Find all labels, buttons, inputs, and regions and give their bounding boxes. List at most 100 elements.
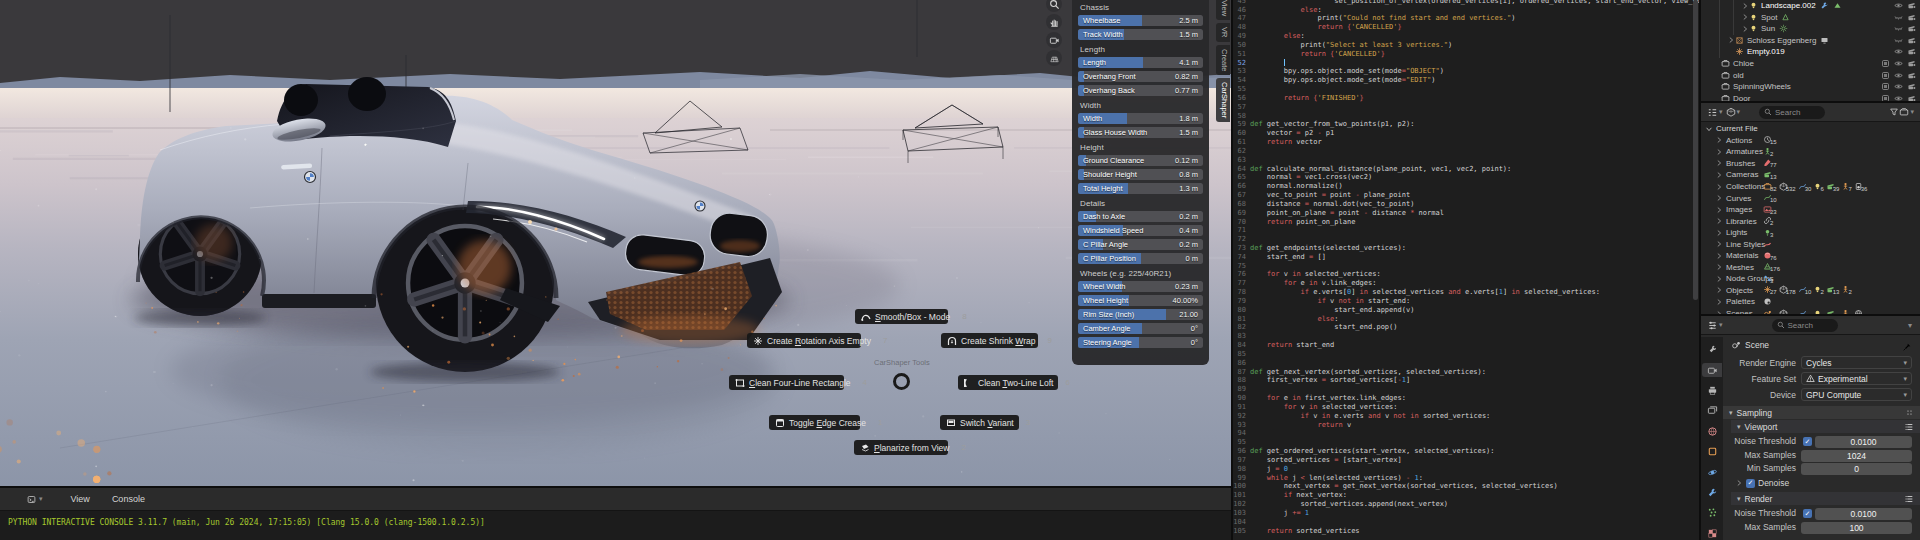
outliner-blend-file[interactable]: ▾▾Search▾Current FileActions15Armatures2…	[1701, 103, 1920, 314]
slider-wheel-width[interactable]: Wheel Width0.23 m	[1078, 281, 1203, 292]
outliner-row-old[interactable]: old	[1701, 69, 1920, 81]
pie-menu-center[interactable]	[893, 373, 910, 390]
eyeclosed-icon[interactable]	[1894, 24, 1903, 33]
expand-chevron-icon[interactable]	[1741, 2, 1749, 10]
display-mode-icon[interactable]	[1726, 107, 1736, 117]
slider-length[interactable]: Length4.1 m	[1078, 57, 1203, 68]
pie-button-create-rotation-axis-empty[interactable]: Create Rotation Axis Empty7	[747, 333, 861, 348]
eyeclosed-icon[interactable]	[1894, 36, 1903, 45]
pie-button-toggle-edge-crease[interactable]: Toggle Edge Crease1	[769, 415, 860, 430]
outliner-row-armatures[interactable]: Armatures2	[1701, 146, 1920, 158]
outliner-row-curves[interactable]: Curves10	[1701, 192, 1920, 204]
outliner-row-cameras[interactable]: Cameras13	[1701, 169, 1920, 181]
exclude-icon[interactable]	[1881, 94, 1890, 101]
tab-vr[interactable]: VR	[1216, 23, 1230, 41]
tab-view[interactable]: View	[1216, 0, 1230, 20]
grid-gizmo-icon[interactable]	[1046, 50, 1062, 66]
outliner-row-spinningwheels[interactable]: SpinningWheels	[1701, 81, 1920, 93]
eye-icon[interactable]	[1894, 82, 1903, 91]
outliner-row-current-file[interactable]: Current File	[1701, 123, 1920, 135]
pie-button-clean-two-line-loft[interactable]: Clean Two-Line Loft6	[958, 375, 1058, 390]
outliner-row-door[interactable]: Door	[1701, 92, 1920, 101]
device-dropdown[interactable]: GPU Compute▾	[1801, 388, 1912, 401]
exclude-icon[interactable]	[1881, 59, 1890, 68]
viewport-min-samples-field[interactable]: 0	[1801, 463, 1912, 475]
outliner-row-brushes[interactable]: Brushes77	[1701, 158, 1920, 170]
editor-scrollbar[interactable]	[1693, 0, 1698, 300]
menu-view[interactable]: View	[71, 494, 90, 504]
denoise-checkbox[interactable]: ✓	[1746, 479, 1755, 488]
expand-chevron-icon[interactable]	[1715, 217, 1723, 225]
eye-icon[interactable]	[1894, 71, 1903, 80]
render-max-samples-field[interactable]: 100	[1801, 522, 1912, 534]
console-editor-icon[interactable]	[24, 494, 38, 504]
feature-set-dropdown[interactable]: Experimental▾	[1801, 372, 1912, 385]
collection-filter-icon[interactable]	[1899, 107, 1909, 117]
expand-chevron-icon[interactable]	[1715, 148, 1723, 156]
expand-chevron-icon[interactable]	[1715, 298, 1723, 306]
python-console[interactable]: ▾ View Console PYTHON INTERACTIVE CONSOL…	[0, 488, 1231, 540]
expand-chevron-icon[interactable]	[1715, 206, 1723, 214]
outliner-row-landscape-002[interactable]: Landscape.002	[1701, 0, 1920, 12]
camera-icon[interactable]	[1907, 13, 1916, 22]
outliner-row-meshes[interactable]: Meshes176	[1701, 262, 1920, 274]
slider-steering-angle[interactable]: Steering Angle0°	[1078, 337, 1203, 348]
properties-tab-tool[interactable]	[1704, 343, 1720, 356]
camera-icon[interactable]	[1907, 1, 1916, 10]
pin-icon[interactable]	[1902, 342, 1912, 352]
exclude-icon[interactable]	[1881, 71, 1890, 80]
expand-chevron-icon[interactable]	[1715, 136, 1723, 144]
slider-glass-house-width[interactable]: Glass House Width1.5 m	[1078, 127, 1203, 138]
pie-button-switch-variant[interactable]: Switch Variant3	[940, 415, 1019, 430]
eye-icon[interactable]	[1894, 1, 1903, 10]
slider-width[interactable]: Width1.8 m	[1078, 113, 1203, 124]
viewport-noise-threshold-field[interactable]: 0.0100	[1815, 436, 1912, 448]
properties-tab-photos[interactable]	[1704, 404, 1720, 417]
camera-icon[interactable]	[1907, 94, 1916, 101]
text-editor[interactable]: 45 set_position_of_vertex(ordered_vertic…	[1233, 0, 1699, 540]
outliner-row-images[interactable]: Images23	[1701, 204, 1920, 216]
outliner-row-palettes[interactable]: Palettes	[1701, 296, 1920, 308]
viewport-sampling-section-header[interactable]: ▾Viewport	[1731, 420, 1920, 433]
expand-chevron-icon[interactable]	[1715, 263, 1723, 271]
zoom-gizmo-icon[interactable]	[1046, 0, 1062, 12]
slider-windshield-speed[interactable]: Windshield Speed0.4 m	[1078, 225, 1203, 236]
expand-chevron-icon[interactable]	[1715, 286, 1723, 294]
outliner-editor-type-icon[interactable]	[1707, 107, 1718, 118]
slider-total-height[interactable]: Total Height1.3 m	[1078, 183, 1203, 194]
pie-button-planarize-from-view[interactable]: Planarize from View2	[854, 440, 948, 455]
slider-c-pillar-angle[interactable]: C Pillar Angle0.2 m	[1078, 239, 1203, 250]
camera-icon[interactable]	[1907, 59, 1916, 68]
outliner-row-empty-019[interactable]: Empty.019	[1701, 46, 1920, 58]
pie-button-create-shrink-wrap[interactable]: Create Shrink Wrap9	[941, 333, 1038, 348]
expand-chevron-icon[interactable]	[1715, 252, 1723, 260]
slider-overhang-front[interactable]: Overhang Front0.82 m	[1078, 71, 1203, 82]
collapse-chevron-icon[interactable]	[1705, 125, 1713, 133]
outliner-scene[interactable]: Landscape.002SpotSunSchloss EggenbergEmp…	[1701, 0, 1920, 101]
outliner-row-objects[interactable]: Objects27178102132	[1701, 285, 1920, 297]
render-noise-threshold-field[interactable]: 0.0100	[1815, 508, 1912, 520]
exclude-icon[interactable]	[1881, 82, 1890, 91]
render-sampling-section-header[interactable]: ▾Render	[1731, 492, 1920, 505]
outliner-row-chloe[interactable]: Chloe	[1701, 58, 1920, 70]
eye-icon[interactable]	[1894, 59, 1903, 68]
slider-track-width[interactable]: Track Width1.5 m	[1078, 29, 1203, 40]
3d-viewport[interactable]: ChassisWheelbase2.5 mTrack Width1.5 mLen…	[0, 0, 1231, 487]
expand-chevron-icon[interactable]	[1715, 229, 1723, 237]
slider-shoulder-height[interactable]: Shoulder Height0.8 m	[1078, 169, 1203, 180]
outliner-row-actions[interactable]: Actions15	[1701, 135, 1920, 147]
outliner-row-node-groups[interactable]: Node Groups3	[1701, 273, 1920, 285]
pie-button-clean-four-line-rectangle[interactable]: Clean Four-Line Rectangle4	[729, 375, 844, 390]
properties-tab-wrench[interactable]	[1704, 486, 1720, 499]
slider-ground-clearance[interactable]: Ground Clearance0.12 m	[1078, 155, 1203, 166]
properties-editor-type-icon[interactable]	[1707, 320, 1718, 331]
chevron-down-icon[interactable]: ▾	[39, 495, 43, 503]
slider-wheelbase[interactable]: Wheelbase2.5 m	[1078, 15, 1203, 26]
chevron-down-icon[interactable]: ▾	[1737, 108, 1741, 116]
outliner-row-collections[interactable]: Collections8253230639736	[1701, 181, 1920, 193]
eye-icon[interactable]	[1894, 94, 1903, 101]
expand-chevron-icon[interactable]	[1741, 13, 1749, 21]
slider-rim-size-inch-[interactable]: Rim Size (Inch)21.00	[1078, 309, 1203, 320]
chevron-down-icon[interactable]: ▾	[1910, 108, 1914, 116]
tab-create[interactable]: Create	[1216, 45, 1230, 76]
